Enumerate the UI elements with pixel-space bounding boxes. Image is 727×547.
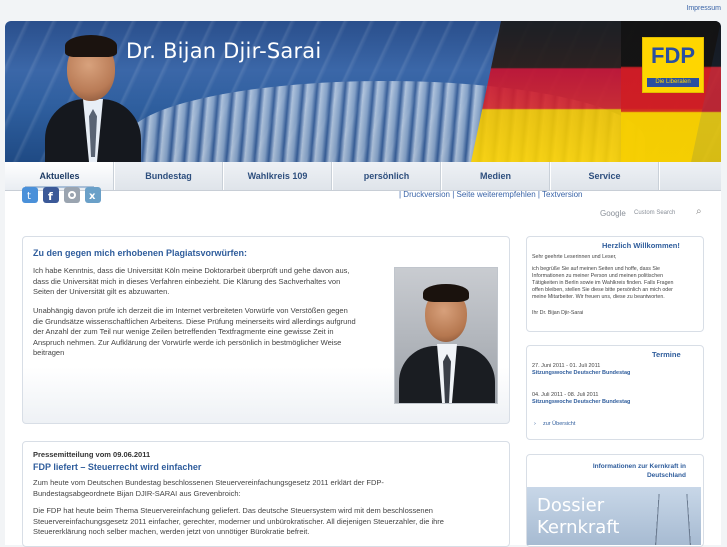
termin-date-1: 27. Juni 2011 - 01. Juli 2011: [532, 363, 601, 369]
search-icon[interactable]: ⌕: [696, 206, 706, 217]
termine-overview-link[interactable]: zur Übersicht: [543, 421, 575, 427]
facebook-icon[interactable]: f: [43, 187, 59, 203]
xing-icon[interactable]: x: [85, 187, 101, 203]
nav-item-bundestag[interactable]: Bundestag: [114, 162, 224, 190]
site-search[interactable]: Google Custom Search ⌕: [600, 206, 706, 222]
welcome-signature: Ihr Dr. Bijan Djir-Sarai: [532, 310, 584, 316]
svg-text:x: x: [89, 191, 96, 202]
termine-title: Termine: [652, 350, 681, 359]
article-title[interactable]: Zu den gegen mich erhobenen Plagiatsvorw…: [33, 248, 247, 258]
article-paragraph-1: Ich habe Kenntnis, dass die Universität …: [33, 266, 350, 296]
svg-text:t: t: [27, 191, 31, 202]
press-release-title[interactable]: FDP liefert – Steuerrecht wird einfacher: [33, 462, 201, 472]
press-release-date: Pressemitteilung vom 09.06.2011: [33, 450, 151, 459]
fdp-logo[interactable]: FDP Die Liberalen: [642, 37, 704, 93]
nav-item-wahlkreis[interactable]: Wahlkreis 109: [223, 162, 333, 190]
main-nav: Aktuelles Bundestag Wahlkreis 109 persön…: [5, 162, 721, 191]
termin-link-1[interactable]: Sitzungswoche Deutscher Bundestag: [532, 370, 630, 376]
search-placeholder[interactable]: Custom Search: [634, 210, 675, 216]
header-banner: Dr. Bijan Djir-Sarai FDP Die Liberalen: [5, 21, 721, 162]
nav-item-service[interactable]: Service: [550, 162, 660, 190]
press-paragraph-1: Zum heute vom Deutschen Bundestag beschl…: [33, 478, 384, 498]
power-pylon-graphic: [654, 494, 692, 545]
nav-item-aktuelles[interactable]: Aktuelles: [5, 162, 115, 190]
nav-item-persoenlich[interactable]: persönlich: [332, 162, 442, 190]
fdp-logo-subtitle: Die Liberalen: [647, 78, 699, 87]
welcome-title: Herzlich Willkommen!: [602, 241, 680, 250]
nav-item-medien[interactable]: Medien: [441, 162, 551, 190]
impressum-link[interactable]: Impressum: [686, 5, 721, 12]
press-paragraph-2: Die FDP hat heute beim Thema Steuerverei…: [33, 506, 444, 536]
site-title: Dr. Bijan Djir-Sarai: [126, 39, 322, 63]
termin-date-2: 04. Juli 2011 - 08. Juli 2011: [532, 392, 599, 398]
welcome-greeting: Sehr geehrte Leserinnen und Leser,: [532, 254, 617, 260]
page-tools-links[interactable]: | Druckversion | Seite weiterempfehlen |…: [399, 190, 583, 199]
kernkraft-line-2: Kernkraft: [537, 517, 620, 538]
google-brand: Google: [600, 209, 626, 218]
svg-text:f: f: [48, 190, 53, 203]
chevron-right-icon: ›: [534, 421, 536, 427]
article-photo: [394, 267, 498, 404]
welcome-body: ich begrüße Sie auf meinen Seiten und ho…: [532, 266, 674, 300]
network-icon[interactable]: [64, 187, 80, 203]
kernkraft-line-1: Dossier: [537, 495, 605, 516]
kernkraft-banner[interactable]: Dossier Kernkraft: [527, 487, 701, 545]
fdp-logo-text: FDP: [651, 43, 695, 68]
twitter-icon[interactable]: t: [22, 187, 38, 203]
termin-link-2[interactable]: Sitzungswoche Deutscher Bundestag: [532, 399, 630, 405]
article-paragraph-2: Unabhängig davon prüfe ich derzeit die i…: [33, 306, 356, 357]
kernkraft-title: Informationen zur Kernkraft in Deutschla…: [592, 463, 686, 479]
